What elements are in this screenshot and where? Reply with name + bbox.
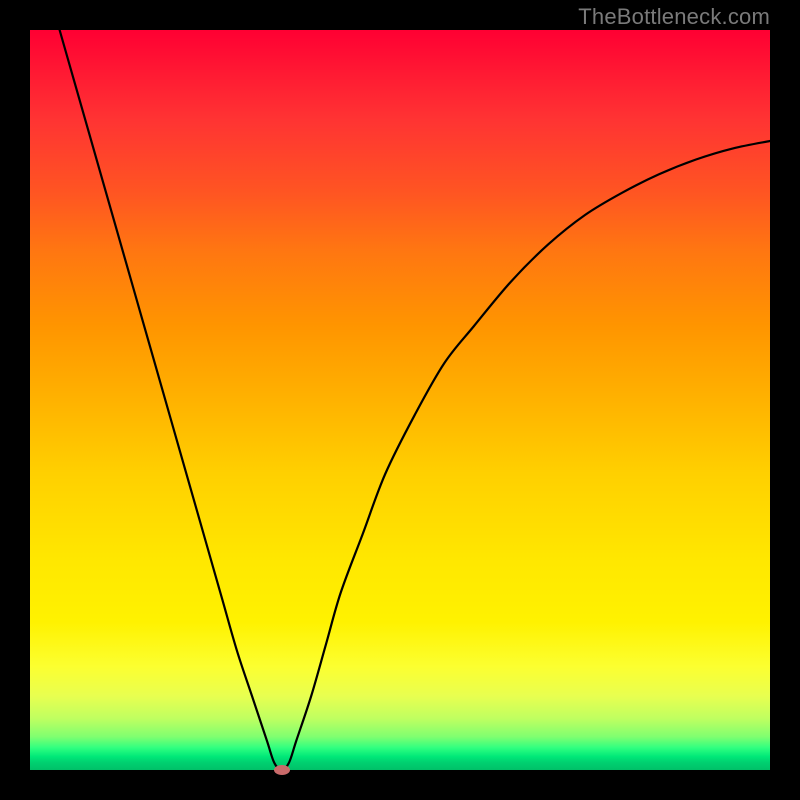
minimum-marker <box>274 765 290 775</box>
watermark-text: TheBottleneck.com <box>578 4 770 30</box>
bottleneck-curve <box>30 30 770 770</box>
chart-frame: TheBottleneck.com <box>0 0 800 800</box>
plot-area <box>30 30 770 770</box>
